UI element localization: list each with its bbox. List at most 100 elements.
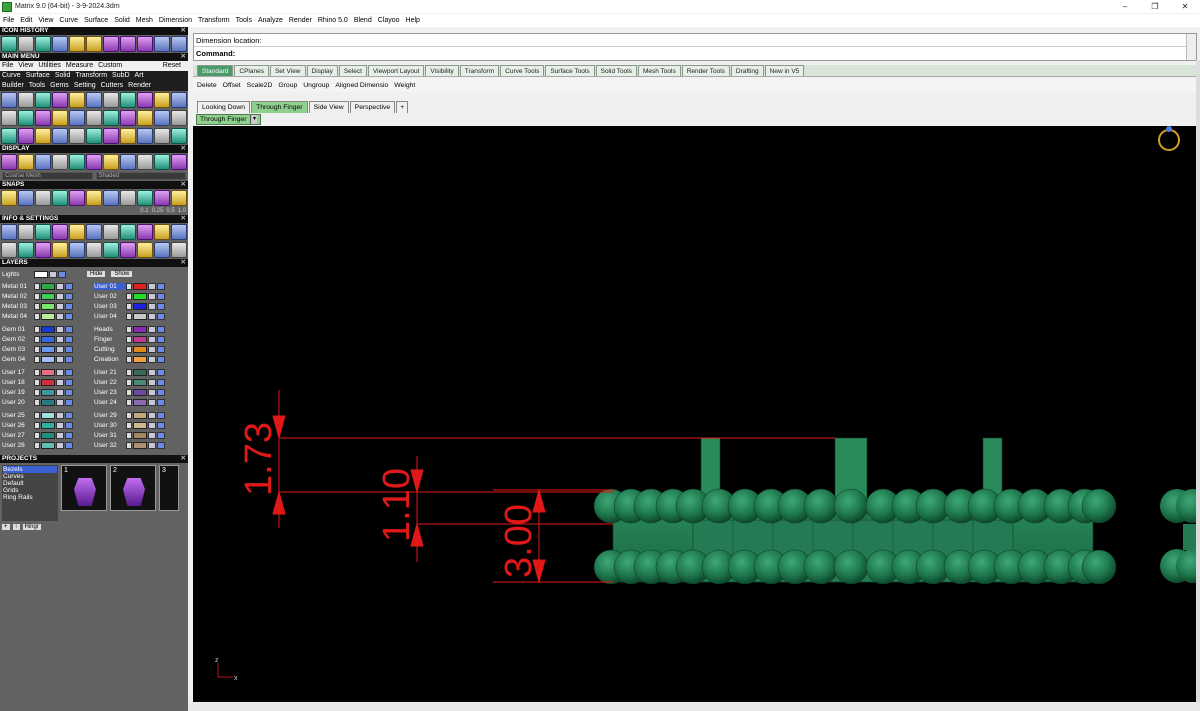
layer-visible-icon[interactable] (157, 312, 165, 320)
layer-entry[interactable]: Metal 02 (2, 292, 94, 300)
tool-icon[interactable] (171, 190, 187, 206)
tool-icon[interactable] (52, 92, 68, 108)
layer-lock-icon[interactable] (148, 421, 156, 429)
tool-icon[interactable] (86, 154, 102, 170)
menu-item[interactable]: Transform (198, 17, 230, 24)
tool-icon[interactable] (120, 154, 136, 170)
tool-icon[interactable] (69, 190, 85, 206)
snap-value[interactable]: 1.0 (178, 208, 186, 214)
layer-entry[interactable]: User 27 (2, 431, 94, 439)
layer-visible-icon[interactable] (65, 388, 73, 396)
main-menu-category[interactable]: Transform (75, 71, 107, 81)
layer-lock-icon[interactable] (148, 355, 156, 363)
layer-visible-icon[interactable] (157, 325, 165, 333)
tool-icon[interactable] (35, 242, 51, 258)
layer-color-swatch[interactable] (133, 345, 147, 353)
main-menu-item[interactable]: View (18, 61, 33, 71)
layer-lock-icon[interactable] (56, 398, 64, 406)
restore-button[interactable]: ❐ (1140, 0, 1170, 13)
layer-visible-icon[interactable] (65, 421, 73, 429)
close-icon[interactable]: ✕ (181, 145, 186, 153)
tool-icon[interactable] (69, 110, 85, 126)
layer-visible-icon[interactable] (157, 292, 165, 300)
layer-color-swatch[interactable] (41, 431, 55, 439)
tool-icon[interactable] (120, 110, 136, 126)
toolbar-tab[interactable]: Select (338, 65, 367, 76)
layer-color-swatch[interactable] (133, 378, 147, 386)
layer-entry[interactable]: User 22 (94, 378, 186, 386)
tool-icon[interactable] (86, 190, 102, 206)
layer-visible-icon[interactable] (65, 325, 73, 333)
tool-icon[interactable] (35, 190, 51, 206)
layer-lock-icon[interactable] (148, 292, 156, 300)
layer-visible-icon[interactable] (65, 368, 73, 376)
layer-lock-icon[interactable] (148, 312, 156, 320)
layer-lock-icon[interactable] (148, 335, 156, 343)
main-menu-item[interactable]: Measure (66, 61, 93, 71)
layer-entry[interactable]: Metal 01 (2, 282, 94, 290)
hinge-button[interactable]: Hingr (22, 524, 41, 530)
layer-current-icon[interactable] (126, 355, 132, 363)
chevron-down-icon[interactable]: ▾ (250, 115, 258, 124)
layer-lock-icon[interactable] (56, 282, 64, 290)
main-menu-category[interactable]: Setting (74, 81, 96, 91)
tool-icon[interactable] (103, 110, 119, 126)
tool-icon[interactable] (154, 224, 170, 240)
layer-lock-icon[interactable] (148, 388, 156, 396)
tool-icon[interactable] (171, 128, 187, 144)
layer-entry[interactable]: User 20 (2, 398, 94, 406)
main-menu-category[interactable]: Art (135, 71, 144, 81)
layer-entry[interactable]: User 01 (94, 282, 186, 290)
close-icon[interactable]: ✕ (181, 259, 186, 267)
layer-entry[interactable]: User 32 (94, 441, 186, 449)
menu-item[interactable]: Clayoo (378, 17, 400, 24)
close-icon[interactable]: ✕ (181, 181, 186, 189)
main-menu-category[interactable]: Surface (26, 71, 50, 81)
tool-icon[interactable] (137, 242, 153, 258)
layer-lock-icon[interactable] (56, 312, 64, 320)
layer-visible-icon[interactable] (65, 345, 73, 353)
layer-lock-icon[interactable] (56, 302, 64, 310)
tool-icon[interactable] (120, 224, 136, 240)
layer-current-icon[interactable] (34, 335, 40, 343)
layer-entry[interactable]: User 23 (94, 388, 186, 396)
layer-color-swatch[interactable] (41, 345, 55, 353)
toolbar-tab[interactable]: Solid Tools (595, 65, 637, 76)
layer-current-icon[interactable] (34, 411, 40, 419)
layer-current-icon[interactable] (126, 345, 132, 353)
close-icon[interactable]: ✕ (181, 455, 186, 463)
layer-color-swatch[interactable] (34, 270, 48, 278)
layer-color-swatch[interactable] (41, 355, 55, 363)
tool-icon[interactable] (1, 110, 17, 126)
add-viewport-icon[interactable]: + (396, 101, 409, 113)
main-menu-item[interactable]: Custom (98, 61, 122, 71)
layer-visible-icon[interactable] (65, 292, 73, 300)
layer-entry[interactable]: User 30 (94, 421, 186, 429)
layer-current-icon[interactable] (126, 282, 132, 290)
history-tool-icon[interactable] (18, 36, 34, 52)
toolbar-tab[interactable]: Render Tools (681, 65, 730, 76)
layer-visible-icon[interactable] (157, 368, 165, 376)
tool-icon[interactable] (35, 110, 51, 126)
mesh-dropdown[interactable]: Coarse Mesh (2, 172, 93, 180)
layer-entry[interactable]: Gem 04 (2, 355, 94, 363)
layer-visible-icon[interactable] (58, 270, 66, 278)
layer-current-icon[interactable] (126, 302, 132, 310)
tool-icon[interactable] (69, 92, 85, 108)
tool-icon[interactable] (86, 224, 102, 240)
tool-icon[interactable] (35, 224, 51, 240)
viewport-canvas[interactable]: 1.73 1.10 3.00 z x (193, 126, 1197, 702)
layer-current-icon[interactable] (126, 431, 132, 439)
project-list-item[interactable]: Bezels (3, 466, 57, 473)
layer-current-icon[interactable] (34, 345, 40, 353)
layer-visible-icon[interactable] (65, 312, 73, 320)
layer-current-icon[interactable] (34, 441, 40, 449)
reset-button[interactable]: Reset (163, 61, 181, 71)
tool-icon[interactable] (52, 110, 68, 126)
tool-icon[interactable] (52, 154, 68, 170)
layer-lock-icon[interactable] (56, 368, 64, 376)
layer-lock-icon[interactable] (56, 421, 64, 429)
menu-item[interactable]: File (3, 17, 14, 24)
menu-item[interactable]: Mesh (136, 17, 153, 24)
layer-color-swatch[interactable] (133, 292, 147, 300)
